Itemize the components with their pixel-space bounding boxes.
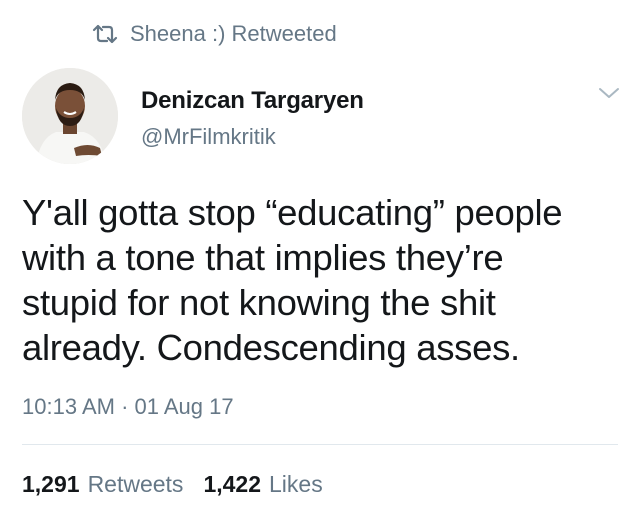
profile-photo bbox=[22, 68, 118, 164]
user-block[interactable]: Denizcan Targaryen @MrFilmkritik bbox=[141, 86, 364, 152]
divider bbox=[22, 444, 618, 445]
tweet-text: Y'all gotta stop “educating” people with… bbox=[22, 192, 563, 368]
retweet-context[interactable]: Sheena :) Retweeted bbox=[92, 19, 337, 49]
avatar[interactable] bbox=[22, 68, 118, 164]
user-handle[interactable]: @MrFilmkritik bbox=[141, 122, 364, 152]
retweet-icon bbox=[92, 24, 118, 44]
chevron-down-icon[interactable] bbox=[597, 84, 621, 102]
tweet-timestamp[interactable]: 10:13 AM · 01 Aug 17 bbox=[22, 392, 234, 422]
retweet-context-text: Sheena :) Retweeted bbox=[130, 21, 337, 46]
retweets-label: Retweets bbox=[87, 471, 184, 497]
retweets-stat[interactable]: 1,291 Retweets bbox=[22, 469, 183, 499]
display-name[interactable]: Denizcan Targaryen bbox=[141, 86, 364, 116]
retweets-count: 1,291 bbox=[22, 471, 80, 497]
likes-stat[interactable]: 1,422 Likes bbox=[203, 469, 322, 499]
tweet-stats: 1,291 Retweets 1,422 Likes bbox=[22, 469, 343, 499]
tweet-card: Sheena :) Retweeted Denizcan Targaryen @… bbox=[0, 0, 640, 517]
likes-label: Likes bbox=[269, 471, 323, 497]
likes-count: 1,422 bbox=[203, 471, 261, 497]
